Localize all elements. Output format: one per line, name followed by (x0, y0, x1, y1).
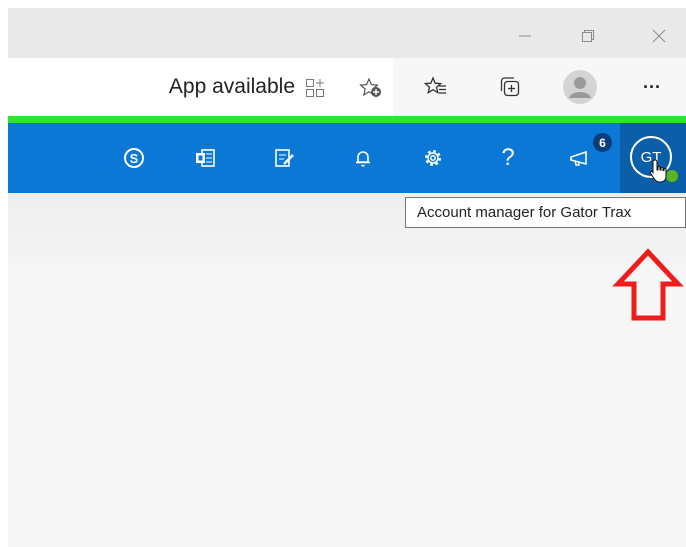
favorites-icon (424, 76, 446, 94)
skype-button[interactable]: S (119, 143, 149, 173)
minimize-icon (519, 35, 531, 37)
svg-text:S: S (130, 151, 139, 166)
skype-icon: S (124, 148, 144, 168)
help-icon: ? (501, 144, 515, 171)
account-manager-button[interactable]: GT (620, 123, 686, 193)
bell-icon (356, 151, 370, 167)
profile-button[interactable] (562, 69, 598, 105)
tasks-icon (275, 149, 294, 167)
collections-icon (500, 77, 520, 97)
browser-title-bar (8, 8, 686, 58)
account-manager-tooltip: Account manager for Gator Trax (405, 197, 686, 228)
content-area (8, 265, 686, 547)
app-available-label[interactable]: App available (169, 75, 295, 99)
more-icon: ··· (643, 76, 661, 97)
app-header-bar: S ? 6 GT (8, 123, 686, 193)
add-favorite-icon[interactable] (359, 77, 383, 99)
hand-cursor-icon (649, 159, 667, 183)
gear-icon (425, 150, 441, 166)
help-button[interactable]: ? (493, 143, 523, 173)
address-bar[interactable]: App available (8, 58, 393, 116)
minimize-button[interactable] (502, 16, 548, 56)
office-button[interactable] (190, 143, 220, 173)
restore-button[interactable] (565, 16, 611, 56)
more-button[interactable]: ··· (637, 72, 667, 102)
office-icon (196, 149, 215, 167)
notification-badge: 6 (593, 133, 612, 152)
red-arrow-annotation (612, 248, 684, 321)
notifications-button[interactable] (348, 143, 378, 173)
close-button[interactable] (636, 16, 682, 56)
whats-new-button[interactable] (566, 143, 596, 173)
close-icon (652, 29, 666, 43)
restore-icon (582, 30, 594, 42)
settings-button[interactable] (418, 143, 448, 173)
megaphone-icon (570, 150, 587, 166)
favorites-button[interactable] (421, 72, 451, 102)
accent-line (8, 116, 686, 123)
collections-button[interactable] (495, 72, 525, 102)
app-available-icon[interactable] (305, 78, 325, 98)
browser-toolbar: App available ··· (8, 58, 686, 116)
profile-icon (563, 70, 597, 104)
tasks-button[interactable] (269, 143, 299, 173)
